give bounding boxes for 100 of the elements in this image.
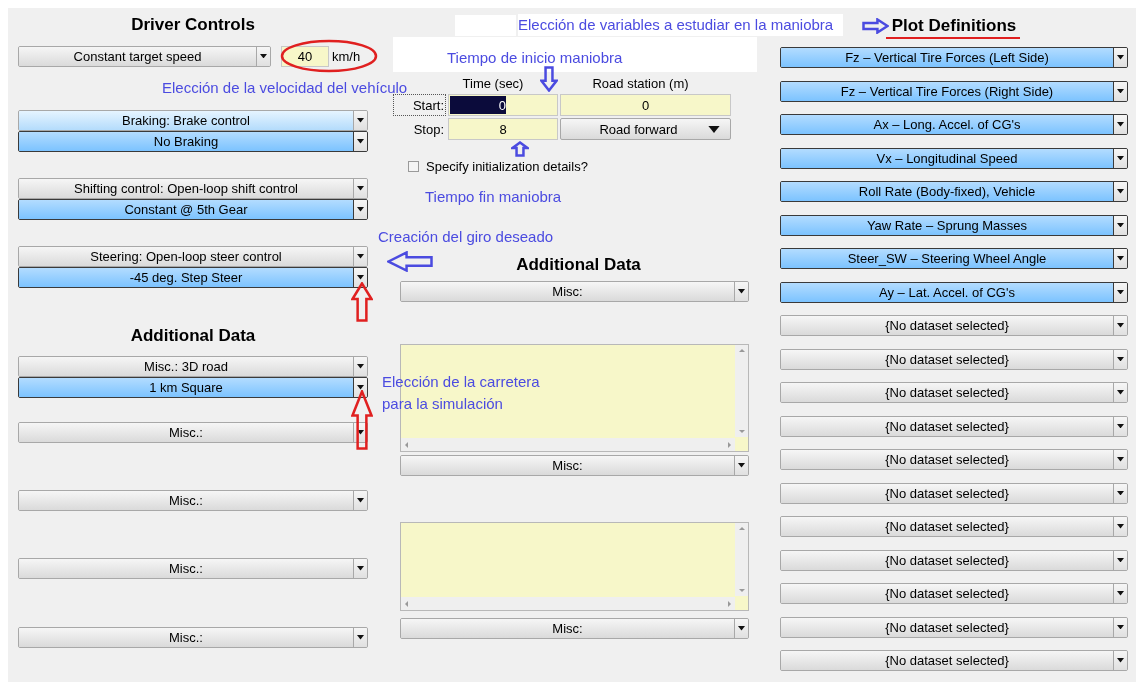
caret-icon — [1117, 658, 1124, 663]
dropdown[interactable]: Misc: — [400, 455, 749, 476]
dropdown[interactable]: Misc: — [400, 618, 749, 639]
dropdown[interactable]: Shifting control: Open-loop shift control — [18, 178, 368, 199]
dropdown[interactable]: Misc.: — [18, 627, 368, 648]
section-title: Additional Data — [516, 255, 641, 275]
caret-icon — [357, 186, 364, 191]
scrollbar[interactable] — [735, 345, 748, 437]
dropdown[interactable]: Misc.: — [18, 558, 368, 579]
dropdown[interactable]: No Braking — [18, 131, 368, 152]
caret-icon — [1117, 457, 1124, 462]
annotation-text: Elección de la carretera para la simulación — [382, 372, 541, 414]
annotation-text: Tiempo fin maniobra — [425, 187, 562, 207]
dropdown[interactable]: Vx – Longitudinal Speed — [780, 147, 1128, 169]
caret-icon — [357, 118, 364, 123]
dropdown[interactable]: Steering: Open-loop steer control — [18, 246, 368, 267]
caret-icon — [357, 498, 364, 503]
arrow-icon — [511, 141, 529, 157]
caret-icon — [1117, 88, 1124, 94]
dropdown[interactable]: Yaw Rate – Sprung Masses — [780, 214, 1128, 236]
caret-icon — [260, 53, 267, 59]
caret-icon — [1117, 624, 1124, 630]
dropdown[interactable]: {No dataset selected} — [780, 315, 1128, 336]
dropdown[interactable]: 1 km Square — [18, 377, 368, 398]
dropdown[interactable]: {No dataset selected} — [780, 449, 1128, 470]
section-title: Driver Controls — [131, 15, 255, 35]
dropdown[interactable]: {No dataset selected} — [780, 616, 1128, 638]
caret-icon — [357, 430, 364, 435]
dropdown[interactable]: Road forward — [560, 118, 731, 140]
scrollbar[interactable] — [735, 523, 748, 596]
dropdown[interactable]: Roll Rate (Body-fixed), Vehicle — [780, 181, 1128, 202]
caret-icon — [357, 139, 364, 144]
dropdown[interactable]: Braking: Brake control — [18, 110, 368, 131]
section-title: Additional Data — [130, 326, 256, 346]
dropdown[interactable]: Misc: — [400, 281, 749, 302]
dropdown[interactable]: {No dataset selected} — [780, 382, 1128, 403]
caret-icon — [357, 207, 364, 212]
caret-icon — [357, 385, 364, 390]
dropdown[interactable]: Steer_SW – Steering Wheel Angle — [780, 248, 1128, 269]
dropdown[interactable]: {No dataset selected} — [780, 415, 1128, 437]
caret-icon — [1117, 55, 1124, 60]
caret-icon — [1117, 155, 1124, 161]
checkbox-label: Specify initialization details? — [426, 158, 588, 174]
arrow-icon — [387, 251, 433, 272]
dropdown[interactable]: Misc.: — [18, 490, 368, 511]
start-label: Start: — [393, 94, 446, 116]
dropdown[interactable]: {No dataset selected} — [780, 348, 1128, 370]
dropdown[interactable]: Fz – Vertical Tire Forces (Left Side) — [780, 47, 1128, 68]
annotation-text: Creación del giro deseado — [378, 227, 554, 247]
caret-icon — [357, 275, 364, 280]
arrow-icon — [862, 18, 889, 34]
dropdown[interactable]: {No dataset selected} — [780, 482, 1128, 504]
scroll-arrow-icon[interactable] — [738, 349, 745, 352]
start-station-field[interactable]: 0 — [560, 94, 731, 116]
start-time-field[interactable]: 0 — [448, 94, 558, 116]
dropdown[interactable]: {No dataset selected} — [780, 650, 1128, 671]
stop-label: Stop: — [412, 120, 445, 139]
scroll-arrow-icon[interactable] — [405, 441, 408, 448]
scroll-arrow-icon[interactable] — [738, 527, 745, 530]
dropdown[interactable]: -45 deg. Step Steer — [18, 267, 368, 288]
dropdown[interactable]: Misc.: — [18, 422, 368, 443]
arrow-icon — [540, 66, 558, 92]
caret-icon — [1117, 524, 1124, 529]
caret-icon — [1117, 289, 1124, 295]
caret-icon — [738, 626, 745, 631]
dropdown[interactable]: Fz – Vertical Tire Forces (Right Side) — [780, 80, 1128, 102]
stop-time-field[interactable]: 8 — [448, 118, 558, 140]
annotation-text: Tiempo de inicio maniobra — [447, 48, 623, 68]
dropdown[interactable]: Constant @ 5th Gear — [18, 199, 368, 220]
scroll-arrow-icon[interactable] — [738, 430, 745, 433]
dropdown[interactable]: Ax – Long. Accel. of CG's — [780, 114, 1128, 135]
caret-icon — [1117, 222, 1124, 228]
caret-icon — [1117, 256, 1124, 261]
checkbox[interactable] — [408, 160, 419, 172]
caret-icon — [1117, 323, 1124, 328]
scrollbar[interactable] — [401, 597, 735, 610]
caret-icon — [1117, 490, 1124, 496]
caret-icon — [357, 566, 364, 571]
section-title: Plot Definitions — [891, 16, 1017, 36]
caret-icon — [738, 463, 745, 468]
speed-field[interactable]: 40 — [281, 45, 329, 67]
text-area[interactable] — [400, 522, 749, 611]
caret-icon — [1117, 423, 1124, 429]
caret-icon — [738, 289, 745, 294]
dropdown[interactable]: {No dataset selected} — [780, 516, 1128, 537]
dropdown[interactable]: {No dataset selected} — [780, 549, 1128, 571]
caret-icon — [1117, 189, 1124, 194]
dropdown[interactable]: Ay – Lat. Accel. of CG's — [780, 281, 1128, 303]
caret-icon — [1117, 390, 1124, 395]
column-header: Time (sec) — [462, 75, 524, 91]
scrollbar[interactable] — [401, 438, 735, 451]
dropdown[interactable]: Misc.: 3D road — [18, 356, 368, 377]
scroll-arrow-icon[interactable] — [405, 600, 408, 607]
caret-icon — [707, 125, 720, 133]
scroll-arrow-icon[interactable] — [738, 589, 745, 592]
caret-icon — [1117, 122, 1124, 127]
dropdown[interactable]: {No dataset selected} — [780, 583, 1128, 604]
scroll-arrow-icon[interactable] — [728, 441, 731, 448]
scroll-arrow-icon[interactable] — [728, 600, 731, 607]
dropdown[interactable]: Constant target speed — [18, 45, 271, 67]
